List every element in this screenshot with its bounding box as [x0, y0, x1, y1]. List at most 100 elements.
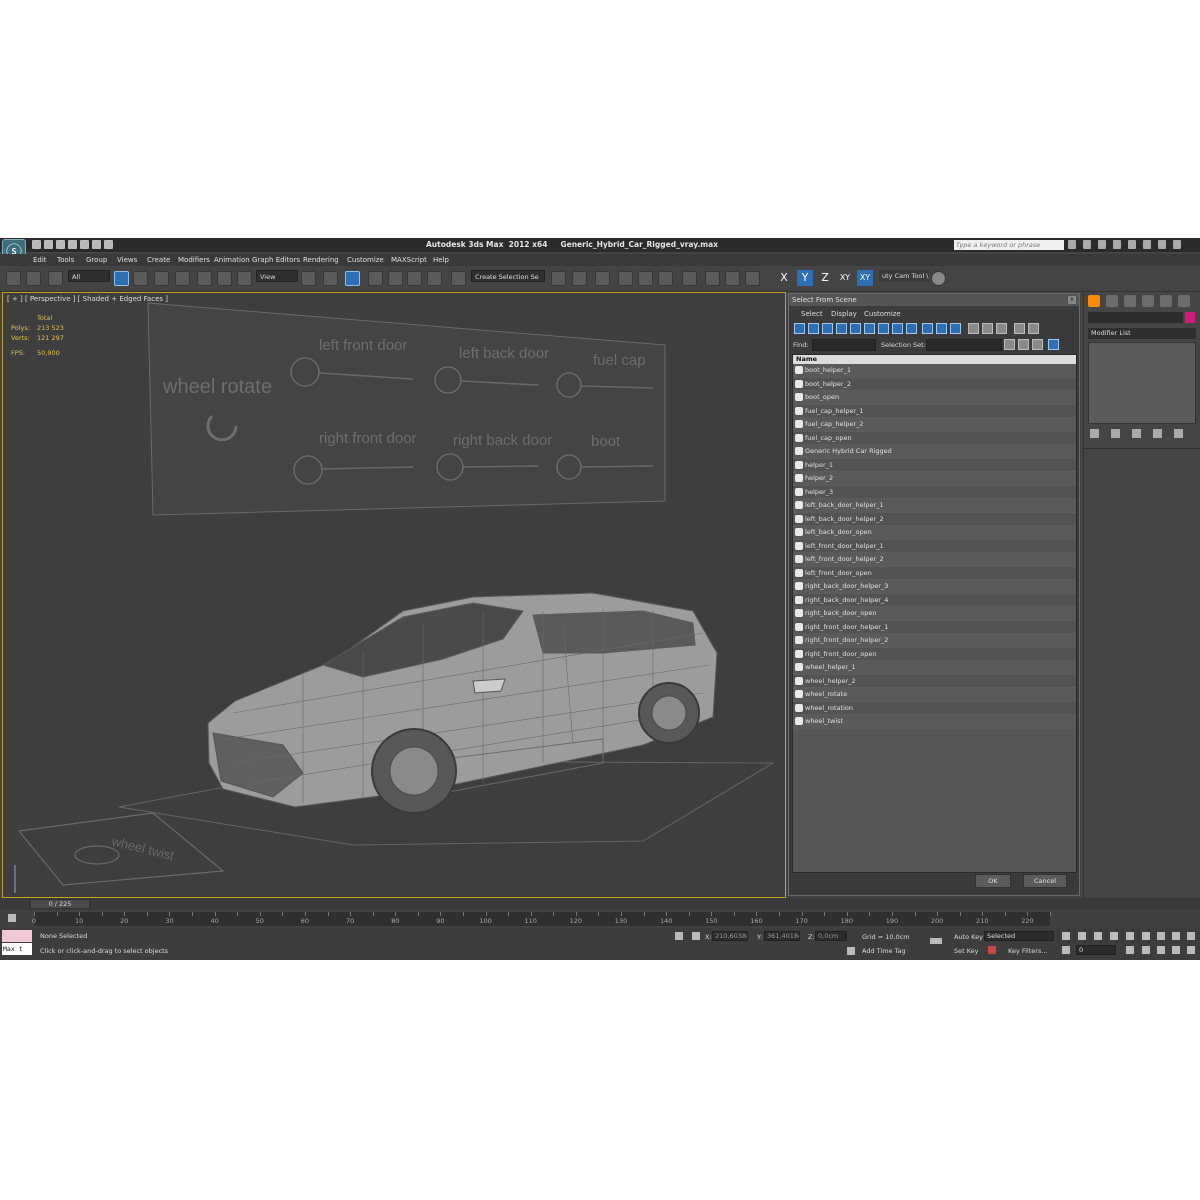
key-icon[interactable]: [930, 938, 942, 944]
rectangular-selection-icon[interactable]: [154, 271, 169, 286]
time-tag-icon[interactable]: [847, 947, 855, 955]
quick-access-dropdown-icon[interactable]: [104, 240, 113, 249]
go-to-start-icon[interactable]: [1062, 932, 1070, 940]
save-selection-set-icon[interactable]: [1018, 339, 1029, 350]
z-coordinate-field[interactable]: 0,0cm: [815, 931, 847, 941]
filter-containers-icon[interactable]: [922, 323, 933, 334]
column-header-name[interactable]: Name: [793, 355, 1076, 364]
perspective-viewport[interactable]: [ + ] [ Perspective ] [ Shaded + Edged F…: [2, 292, 786, 898]
list-item[interactable]: helper_1: [793, 458, 1076, 472]
dialog-menu-customize[interactable]: Customize: [864, 310, 901, 318]
list-item[interactable]: wheel_rotation: [793, 701, 1076, 715]
list-item[interactable]: wheel_twist: [793, 715, 1076, 729]
percent-snap-icon[interactable]: [407, 271, 422, 286]
maxscript-input[interactable]: Max t: [2, 943, 32, 955]
utilities-tab-icon[interactable]: [1178, 295, 1190, 307]
auto-key-button[interactable]: Auto Key: [954, 933, 983, 941]
modify-tab-icon[interactable]: [1106, 295, 1118, 307]
ok-button[interactable]: OK: [975, 874, 1011, 888]
zoom-all-icon[interactable]: [1157, 932, 1165, 940]
time-configuration-icon[interactable]: [1126, 946, 1134, 954]
filter-bones-icon[interactable]: [906, 323, 917, 334]
communication-icon[interactable]: [1098, 240, 1106, 249]
redo-icon[interactable]: [80, 240, 89, 249]
bind-space-warp-icon[interactable]: [48, 271, 63, 286]
add-time-tag[interactable]: Add Time Tag: [862, 947, 906, 955]
help-icon[interactable]: [1128, 240, 1136, 249]
hierarchy-tab-icon[interactable]: [1124, 295, 1136, 307]
filter-lights-icon[interactable]: [822, 323, 833, 334]
maximize-viewport-icon[interactable]: [1187, 946, 1195, 954]
render-setup-icon[interactable]: [705, 271, 720, 286]
previous-frame-icon[interactable]: [1078, 932, 1086, 940]
angle-snap-icon[interactable]: [388, 271, 403, 286]
y-coordinate-field[interactable]: 361,4018c: [764, 931, 800, 941]
zoom-icon[interactable]: [1142, 932, 1150, 940]
dialog-menu-select[interactable]: Select: [801, 310, 823, 318]
keyboard-shortcut-override-icon[interactable]: [345, 271, 360, 286]
list-item[interactable]: boot_helper_1: [793, 364, 1076, 378]
list-item[interactable]: fuel_cap_open: [793, 431, 1076, 445]
scale-icon[interactable]: [237, 271, 252, 286]
project-folder-icon[interactable]: [92, 240, 101, 249]
set-key-button[interactable]: Set Key: [954, 947, 979, 955]
menu-graph-editors[interactable]: Graph Editors: [252, 256, 300, 264]
current-frame-field[interactable]: 0: [1076, 945, 1116, 955]
field-of-view-icon[interactable]: [1142, 946, 1150, 954]
menu-maxscript[interactable]: MAXScript: [391, 256, 427, 264]
restore-icon[interactable]: [1158, 240, 1166, 249]
absolute-mode-icon[interactable]: [692, 932, 700, 940]
material-editor-icon[interactable]: [682, 271, 697, 286]
modifier-list-dropdown[interactable]: Modifier List: [1088, 328, 1196, 339]
make-unique-icon[interactable]: [1132, 429, 1141, 438]
spinner-snap-icon[interactable]: [427, 271, 442, 286]
snaps-toggle-icon[interactable]: [368, 271, 383, 286]
menu-group[interactable]: Group: [86, 256, 107, 264]
axis-z-button[interactable]: Z: [817, 270, 833, 286]
go-to-end-icon[interactable]: [1126, 932, 1134, 940]
list-item[interactable]: wheel_rotate: [793, 688, 1076, 702]
orbit-icon[interactable]: [1172, 946, 1180, 954]
list-item[interactable]: right_back_door_open: [793, 607, 1076, 621]
axis-x-button[interactable]: X: [776, 270, 792, 286]
graphite-toggle-icon[interactable]: [618, 271, 633, 286]
menu-customize[interactable]: Customize: [347, 256, 384, 264]
list-item[interactable]: left_back_door_helper_1: [793, 499, 1076, 513]
menu-edit[interactable]: Edit: [33, 256, 47, 264]
select-manipulate-icon[interactable]: [323, 271, 338, 286]
binoculars-icon[interactable]: [1068, 240, 1076, 249]
list-item[interactable]: fuel_cap_helper_1: [793, 404, 1076, 418]
modifier-stack[interactable]: [1088, 342, 1196, 424]
menu-modifiers[interactable]: Modifiers: [178, 256, 210, 264]
car-model[interactable]: [207, 592, 718, 814]
key-filters-button[interactable]: Key Filters...: [1008, 947, 1048, 955]
list-item[interactable]: left_front_door_helper_2: [793, 553, 1076, 567]
move-icon[interactable]: [197, 271, 212, 286]
axis-y-button[interactable]: Y: [797, 270, 813, 286]
filter-groups-icon[interactable]: [878, 323, 889, 334]
select-object-icon[interactable]: [114, 271, 129, 286]
rig-control-board[interactable]: [147, 302, 666, 516]
edit-named-selection-icon[interactable]: [451, 271, 466, 286]
set-key-icon[interactable]: [988, 946, 996, 954]
unlink-icon[interactable]: [26, 271, 41, 286]
display-tab-icon[interactable]: [1160, 295, 1172, 307]
list-item[interactable]: helper_2: [793, 472, 1076, 486]
list-item[interactable]: left_back_door_helper_2: [793, 512, 1076, 526]
list-item[interactable]: left_front_door_open: [793, 566, 1076, 580]
cam-tool-label[interactable]: uty Cam Tool \: [879, 270, 929, 282]
list-item[interactable]: helper_3: [793, 485, 1076, 499]
link-icon[interactable]: [6, 271, 21, 286]
list-item[interactable]: wheel_helper_2: [793, 674, 1076, 688]
filter-geometry-icon[interactable]: [794, 323, 805, 334]
list-item[interactable]: left_back_door_open: [793, 526, 1076, 540]
named-selection-dropdown[interactable]: Create Selection Se: [471, 270, 545, 282]
display-none-icon[interactable]: [982, 323, 993, 334]
pin-stack-icon[interactable]: [1090, 429, 1099, 438]
object-name-field[interactable]: [1088, 312, 1183, 323]
create-tab-icon[interactable]: [1088, 295, 1100, 307]
list-item[interactable]: left_front_door_helper_1: [793, 539, 1076, 553]
subscription-icon[interactable]: [1083, 240, 1091, 249]
open-icon[interactable]: [44, 240, 53, 249]
selection-filter-dropdown[interactable]: All: [68, 270, 110, 282]
